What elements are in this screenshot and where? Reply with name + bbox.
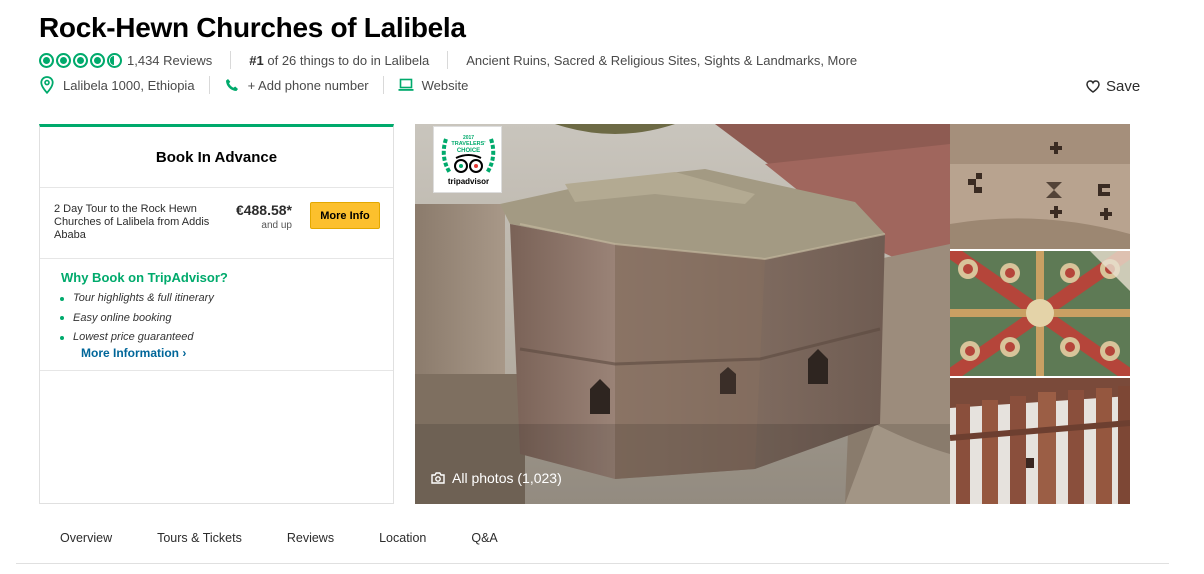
list-item: Tour highlights & full itinerary	[60, 289, 214, 309]
contact-row: Lalibela 1000, Ethiopia + Add phone numb…	[39, 75, 468, 95]
heart-icon	[1086, 80, 1100, 93]
save-button[interactable]: Save	[1086, 78, 1140, 95]
rating-row: 1,434 Reviews #1 of 26 things to do in L…	[39, 51, 857, 69]
phone-icon	[224, 77, 240, 93]
photo-thumbnail[interactable]	[950, 124, 1130, 249]
more-information-link[interactable]: More Information ›	[81, 346, 186, 360]
save-label: Save	[1106, 78, 1141, 95]
rock-carvings-thumbnail	[950, 124, 1130, 249]
book-panel-title: Book In Advance	[40, 127, 393, 188]
bullet-icon	[60, 296, 64, 301]
tab-overview[interactable]: Overview	[16, 524, 134, 552]
address-link[interactable]: Lalibela 1000, Ethiopia	[63, 78, 195, 93]
categories[interactable]: Ancient Ruins, Sacred & Religious Sites,…	[466, 53, 857, 68]
section-tabs: Overview Tours & Tickets Reviews Locatio…	[16, 524, 1169, 564]
tour-price-suffix: and up	[261, 220, 292, 231]
divider	[382, 76, 384, 94]
why-book-list: Tour highlights & full itinerary Easy on…	[60, 289, 214, 348]
rating-bubble-full-icon	[90, 52, 105, 68]
badge-line2: CHOICE	[456, 148, 481, 154]
why-book-title: Why Book on TripAdvisor?	[61, 270, 228, 285]
photo-thumbnail[interactable]	[950, 378, 1130, 504]
badge-brand: tripadvisor	[447, 177, 490, 186]
add-phone-link[interactable]: + Add phone number	[248, 78, 369, 93]
all-photos-button[interactable]: All photos (1,023)	[431, 470, 562, 486]
rating-bubble-full-icon	[73, 52, 88, 68]
why-item-text: Tour highlights & full itinerary	[73, 292, 214, 304]
camera-icon	[431, 472, 445, 484]
rating-bubble-half-icon	[107, 52, 122, 68]
bullet-icon	[60, 316, 64, 321]
more-info-button[interactable]: More Info	[310, 202, 380, 229]
divider	[230, 51, 232, 69]
website-link[interactable]: Website	[422, 78, 469, 93]
ranking-text: of 26 things to do in Lalibela	[263, 52, 430, 68]
why-book-section: Why Book on TripAdvisor? Tour highlights…	[40, 259, 393, 371]
page-title: Rock-Hewn Churches of Lalibela	[39, 12, 466, 43]
why-item-text: Easy online booking	[73, 311, 172, 324]
tour-offer[interactable]: 2 Day Tour to the Rock Hewn Churches of …	[40, 188, 393, 259]
list-item: Lowest price guaranteed	[60, 328, 214, 348]
tab-tours-tickets[interactable]: Tours & Tickets	[135, 524, 264, 552]
divider	[208, 76, 210, 94]
laptop-icon	[398, 77, 414, 93]
rating-bubble-full-icon	[39, 52, 54, 68]
painted-ceiling-thumbnail	[950, 251, 1130, 376]
rating-bubbles[interactable]	[39, 52, 122, 68]
all-photos-label: All photos (1,023)	[452, 470, 562, 486]
rating-bubble-full-icon	[56, 52, 71, 68]
bullet-icon	[60, 335, 64, 340]
list-item: Easy online booking	[60, 309, 214, 329]
why-item-text: Lowest price guaranteed	[73, 331, 194, 343]
ranking-number: #1	[249, 52, 264, 68]
tab-reviews[interactable]: Reviews	[265, 524, 356, 552]
tab-qa[interactable]: Q&A	[449, 524, 519, 552]
badge-line1: TRAVELERS'	[451, 141, 486, 147]
book-in-advance-panel: Book In Advance 2 Day Tour to the Rock H…	[39, 124, 394, 504]
map-pin-icon	[39, 76, 55, 94]
divider	[447, 51, 449, 69]
travelers-choice-badge: 2017 TRAVELERS' CHOICE tripadvisor	[433, 126, 502, 193]
ranking[interactable]: #1 of 26 things to do in Lalibela	[249, 53, 429, 68]
reviews-count-link[interactable]: 1,434 Reviews	[127, 53, 212, 68]
church-columns-thumbnail	[950, 378, 1130, 504]
photo-thumbnail[interactable]	[950, 251, 1130, 376]
main-photo[interactable]: 2017 TRAVELERS' CHOICE tripadvisor All p…	[415, 124, 950, 504]
tour-name-link[interactable]: 2 Day Tour to the Rock Hewn Churches of …	[54, 203, 224, 242]
tour-price: €488.58*	[235, 202, 292, 218]
tab-location[interactable]: Location	[357, 524, 448, 552]
